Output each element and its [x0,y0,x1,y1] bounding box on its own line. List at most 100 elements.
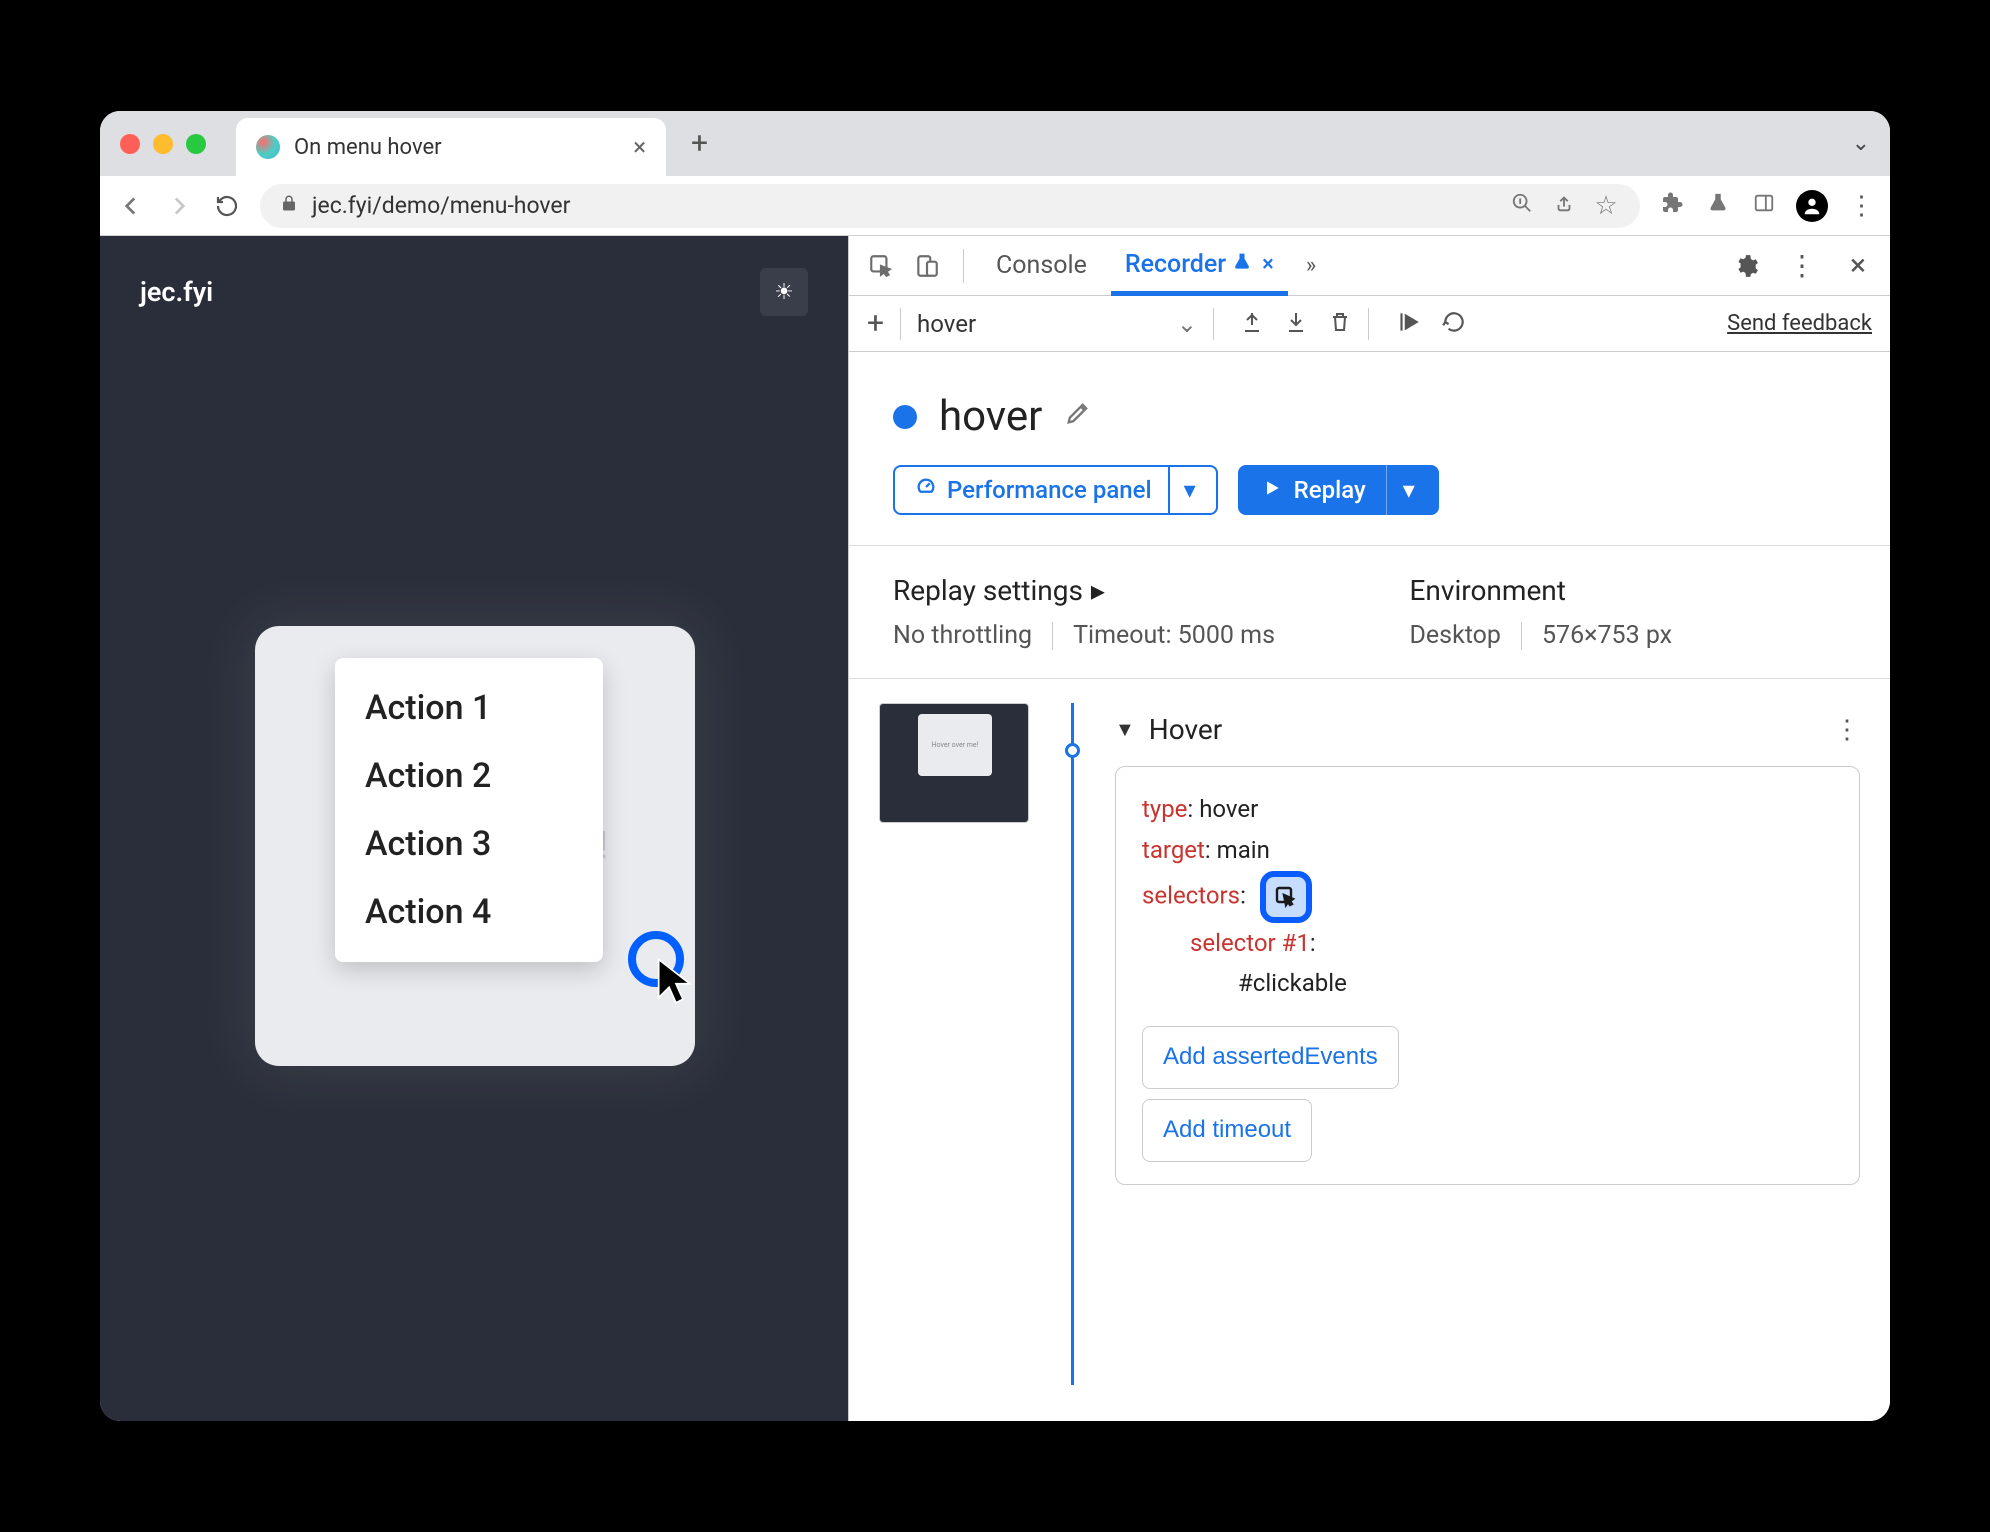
profile-button[interactable] [1796,190,1828,222]
content-area: jec.fyi ☀ Hover over me! Action 1 Action… [100,236,1890,1421]
devtools-tabstrip: Console Recorder × » ⋮ × [849,236,1890,296]
flask-icon [1232,252,1252,277]
delete-icon[interactable] [1328,310,1352,338]
step-thumbnail[interactable]: Hover over me! [879,703,1029,823]
selector-picker-button[interactable] [1260,871,1312,923]
browser-window: On menu hover × + ⌄ jec.fyi/demo/menu-ho… [100,111,1890,1421]
browser-menu-button[interactable]: ⋮ [1846,191,1874,221]
replay-settings[interactable]: Replay settings ▸ No throttling Timeout:… [893,574,1330,650]
extensions-icon[interactable] [1658,191,1686,221]
devtools-close-icon[interactable]: × [1840,248,1876,284]
timeout-value: Timeout: 5000 ms [1073,621,1275,650]
recorder-actions: Performance panel ▾ Replay ▾ [849,465,1890,545]
theme-toggle-button[interactable]: ☀ [760,268,808,316]
step-title: Hover [1149,713,1222,746]
address-bar: jec.fyi/demo/menu-hover ☆ ⋮ [100,176,1890,236]
page-header: jec.fyi ☀ [100,236,848,348]
tab-close-button[interactable]: × [633,133,646,161]
lock-icon [280,194,298,217]
tab-title: On menu hover [294,135,619,160]
tab-recorder[interactable]: Recorder × [1111,236,1288,296]
page-brand: jec.fyi [140,276,213,308]
thumbnail-content: Hover over me! [918,714,992,776]
prop-target-key: target [1142,836,1205,864]
chevron-down-icon[interactable]: ▾ [1386,465,1415,515]
recording-header: hover [849,352,1890,465]
menu-item-3[interactable]: Action 3 [335,810,603,878]
browser-tab[interactable]: On menu hover × [236,118,666,176]
performance-panel-button[interactable]: Performance panel ▾ [893,465,1218,515]
recorder-body: hover Performance panel ▾ Replay ▾ [849,352,1890,1421]
minimize-window-button[interactable] [153,134,173,154]
throttling-value: No throttling [893,621,1032,650]
environment-settings[interactable]: Environment Desktop 576×753 px [1410,574,1847,650]
devtools-menu-icon[interactable]: ⋮ [1784,248,1820,284]
selector-1-value[interactable]: #clickable [1238,969,1347,997]
continue-icon[interactable] [1441,309,1467,339]
new-tab-button[interactable]: + [691,126,708,161]
tab-list-dropdown[interactable]: ⌄ [1852,131,1870,156]
bookmark-icon[interactable]: ☆ [1592,191,1620,221]
more-tabs-button[interactable]: » [1306,253,1316,278]
labs-icon[interactable] [1704,192,1732,220]
close-window-button[interactable] [120,134,140,154]
prop-selectors-key: selectors [1142,881,1240,909]
menu-item-2[interactable]: Action 2 [335,742,603,810]
back-button[interactable] [116,191,146,221]
prop-type-val[interactable]: hover [1199,795,1258,823]
replay-button[interactable]: Replay ▾ [1238,465,1439,515]
recorder-toolbar: + hover ⌄ Send feedback [849,296,1890,352]
device-toolbar-icon[interactable] [909,248,945,284]
devtools-panel: Console Recorder × » ⋮ × [848,236,1890,1421]
chevron-down-icon: ⌄ [1177,310,1197,338]
viewport-value: 576×753 px [1542,621,1672,650]
menu-item-1[interactable]: Action 1 [335,674,603,742]
caret-right-icon: ▸ [1091,574,1105,607]
recording-title: hover [939,392,1042,441]
chevron-down-icon[interactable]: ▾ [1168,465,1196,515]
step-body: type: hover target: main selectors: sele… [1115,766,1860,1185]
prop-type-key: type [1142,795,1187,823]
new-recording-button[interactable]: + [867,306,884,341]
titlebar: On menu hover × + ⌄ [100,111,1890,176]
hover-menu: Action 1 Action 2 Action 3 Action 4 [335,658,603,962]
zoom-icon[interactable] [1508,192,1536,220]
favicon [256,135,280,159]
recording-selector[interactable]: hover ⌄ [917,310,1197,338]
environment-label: Environment [1410,574,1566,607]
recording-status-dot [893,405,917,429]
forward-button[interactable] [164,191,194,221]
side-panel-icon[interactable] [1750,192,1778,220]
maximize-window-button[interactable] [186,134,206,154]
rendered-page: jec.fyi ☀ Hover over me! Action 1 Action… [100,236,848,1421]
play-icon [1262,476,1282,504]
tab-recorder-close[interactable]: × [1262,252,1274,277]
caret-down-icon: ▼ [1115,717,1135,742]
timeline: Hover over me! ▼ Hover ⋮ type: hove [849,679,1890,1209]
reload-button[interactable] [212,191,242,221]
devtools-settings-icon[interactable] [1728,248,1764,284]
step-header[interactable]: ▼ Hover ⋮ [1115,703,1860,766]
step-icon[interactable] [1395,309,1421,339]
step-menu-button[interactable]: ⋮ [1834,715,1860,745]
step-hover: ▼ Hover ⋮ type: hover target: main selec… [1115,703,1860,1185]
cursor-icon [655,956,697,1012]
prop-target-val[interactable]: main [1217,836,1270,864]
add-asserted-events-button[interactable]: Add assertedEvents [1142,1026,1399,1089]
url-field[interactable]: jec.fyi/demo/menu-hover ☆ [260,184,1640,228]
inspect-element-icon[interactable] [863,248,899,284]
import-icon[interactable] [1284,310,1308,338]
share-icon[interactable] [1550,192,1578,220]
timeline-rail [1057,703,1087,1185]
url-text: jec.fyi/demo/menu-hover [312,192,1494,219]
export-icon[interactable] [1240,310,1264,338]
replay-settings-label: Replay settings [893,574,1083,607]
add-timeout-button[interactable]: Add timeout [1142,1099,1312,1162]
tab-console[interactable]: Console [982,236,1101,296]
menu-item-4[interactable]: Action 4 [335,878,603,946]
timeline-node[interactable] [1065,743,1080,758]
settings-row: Replay settings ▸ No throttling Timeout:… [849,545,1890,679]
window-controls [120,134,206,154]
send-feedback-link[interactable]: Send feedback [1727,311,1872,336]
edit-title-icon[interactable] [1064,399,1092,434]
